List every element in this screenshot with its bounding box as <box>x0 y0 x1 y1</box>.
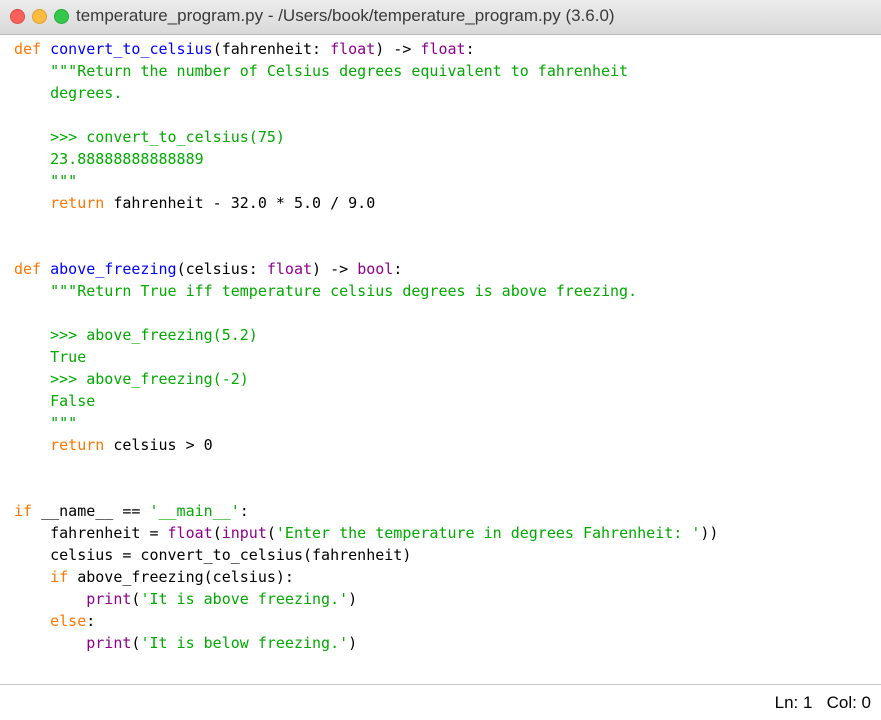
code-token: 'It is above freezing.' <box>140 590 349 608</box>
code-line[interactable]: celsius = convert_to_celsius(fahrenheit) <box>14 544 877 566</box>
code-token: degrees. <box>14 84 123 102</box>
code-line[interactable] <box>14 302 877 324</box>
code-token: ) <box>348 590 358 608</box>
code-token: return <box>50 436 105 454</box>
code-token: float <box>266 260 313 278</box>
code-line[interactable]: """ <box>14 170 877 192</box>
code-token: False <box>14 392 96 410</box>
title-bar[interactable]: temperature_program.py - /Users/book/tem… <box>0 0 881 35</box>
code-token: >>> above_freezing(-2) <box>14 370 249 388</box>
code-line[interactable]: else: <box>14 610 877 632</box>
code-token: celsius > 0 <box>104 436 213 454</box>
code-token: def <box>14 40 42 58</box>
code-line[interactable]: False <box>14 390 877 412</box>
code-line[interactable]: """Return True iff temperature celsius d… <box>14 280 877 302</box>
code-token: : <box>86 612 96 630</box>
code-token: 'It is below freezing.' <box>140 634 349 652</box>
code-token: 23.88888888888889 <box>14 150 204 168</box>
code-line[interactable]: def convert_to_celsius(fahrenheit: float… <box>14 38 877 60</box>
code-line[interactable]: >>> above_freezing(-2) <box>14 368 877 390</box>
code-token: ) -> <box>375 40 421 58</box>
code-token: """Return the number of Celsius degrees … <box>14 62 629 80</box>
code-token: ) -> <box>312 260 358 278</box>
code-token: print <box>86 590 132 608</box>
code-token: print <box>86 634 132 652</box>
code-token: """Return True iff temperature celsius d… <box>14 282 638 300</box>
code-line[interactable] <box>14 456 877 478</box>
code-token: """ <box>14 414 78 432</box>
code-token: ( <box>266 524 276 542</box>
code-token: float <box>420 40 466 58</box>
code-token: ) <box>348 634 358 652</box>
code-token: >>> convert_to_celsius(75) <box>14 128 285 146</box>
idle-editor-window: temperature_program.py - /Users/book/tem… <box>0 0 881 720</box>
code-token: return <box>50 194 105 212</box>
code-line[interactable]: """ <box>14 412 877 434</box>
cursor-position: Ln: 1 Col: 0 <box>774 693 871 712</box>
zoom-window-button[interactable] <box>54 9 69 24</box>
close-window-button[interactable] <box>10 9 25 24</box>
code-token: above_freezing(celsius): <box>68 568 294 586</box>
code-token: ( <box>212 524 222 542</box>
code-token: def <box>14 260 42 278</box>
code-token: 'Enter the temperature in degrees Fahren… <box>275 524 701 542</box>
status-bar: Ln: 1 Col: 0 <box>0 685 881 720</box>
code-token: float <box>167 524 213 542</box>
code-token: True <box>14 348 87 366</box>
code-token: fahrenheit - 32.0 * 5.0 / 9.0 <box>104 194 376 212</box>
code-token: : <box>465 40 475 58</box>
code-token: (celsius: <box>176 260 267 278</box>
code-line[interactable]: print('It is below freezing.') <box>14 632 877 654</box>
window-title: temperature_program.py - /Users/book/tem… <box>76 6 615 25</box>
minimize-window-button[interactable] <box>32 9 47 24</box>
code-token: above_freezing <box>50 260 177 278</box>
code-line[interactable]: return fahrenheit - 32.0 * 5.0 / 9.0 <box>14 192 877 214</box>
code-line[interactable]: return celsius > 0 <box>14 434 877 456</box>
code-line[interactable]: """Return the number of Celsius degrees … <box>14 60 877 82</box>
code-line[interactable]: degrees. <box>14 82 877 104</box>
code-token: celsius = convert_to_celsius(fahrenheit) <box>14 546 412 564</box>
code-text-area[interactable]: def convert_to_celsius(fahrenheit: float… <box>14 38 877 654</box>
code-line[interactable]: True <box>14 346 877 368</box>
code-token: : <box>393 260 403 278</box>
code-token: input <box>221 524 267 542</box>
code-line[interactable] <box>14 236 877 258</box>
code-token: (fahrenheit: <box>212 40 331 58</box>
code-token: '__main__' <box>149 502 240 520</box>
code-editor[interactable]: def convert_to_celsius(fahrenheit: float… <box>0 36 881 680</box>
code-token: bool <box>357 260 394 278</box>
code-token: convert_to_celsius <box>50 40 213 58</box>
code-token: if <box>14 502 33 520</box>
code-token: >>> above_freezing(5.2) <box>14 326 258 344</box>
code-line[interactable] <box>14 104 877 126</box>
code-token: float <box>330 40 376 58</box>
code-line[interactable] <box>14 478 877 500</box>
code-token: __name__ == <box>32 502 150 520</box>
code-line[interactable]: >>> convert_to_celsius(75) <box>14 126 877 148</box>
code-line[interactable]: if above_freezing(celsius): <box>14 566 877 588</box>
code-line[interactable]: fahrenheit = float(input('Enter the temp… <box>14 522 877 544</box>
code-line[interactable]: print('It is above freezing.') <box>14 588 877 610</box>
code-line[interactable]: def above_freezing(celsius: float) -> bo… <box>14 258 877 280</box>
code-line[interactable] <box>14 214 877 236</box>
code-line[interactable]: if __name__ == '__main__': <box>14 500 877 522</box>
code-token: )) <box>700 524 719 542</box>
code-token: : <box>239 502 249 520</box>
code-line[interactable]: 23.88888888888889 <box>14 148 877 170</box>
code-line[interactable]: >>> above_freezing(5.2) <box>14 324 877 346</box>
code-token: if <box>50 568 69 586</box>
code-token: """ <box>14 172 78 190</box>
code-token: else <box>50 612 87 630</box>
code-token: fahrenheit = <box>14 524 168 542</box>
